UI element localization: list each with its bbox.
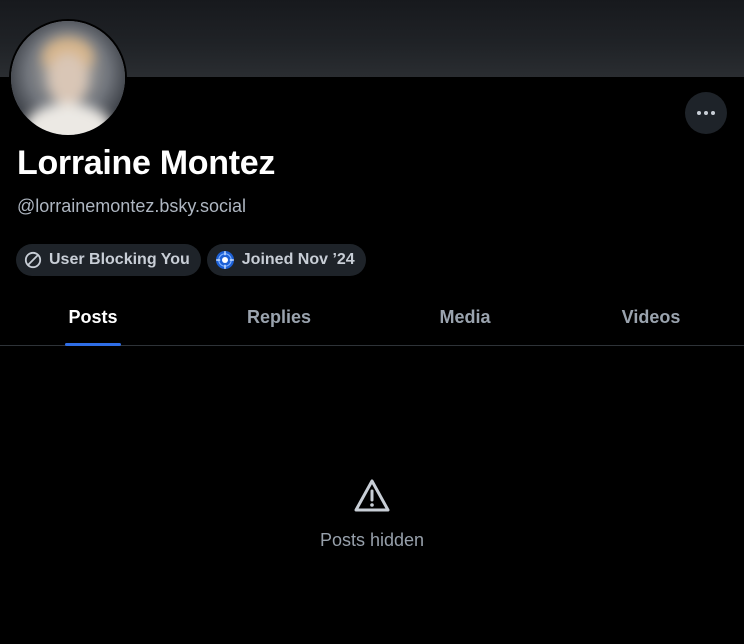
blocking-badge-label: User Blocking You [49, 251, 190, 268]
avatar[interactable] [9, 19, 127, 137]
active-tab-indicator [65, 343, 121, 346]
profile-tabs: Posts Replies Media Videos [0, 290, 744, 346]
block-icon [24, 251, 42, 269]
tab-media-label: Media [439, 307, 491, 327]
ellipsis-icon [697, 111, 715, 115]
tab-posts-label: Posts [68, 307, 118, 327]
posts-hidden-state: Posts hidden [0, 478, 744, 551]
tab-media[interactable]: Media [372, 290, 558, 345]
tab-videos[interactable]: Videos [558, 290, 744, 345]
display-name: Lorraine Montez [17, 144, 276, 182]
warning-icon [354, 479, 390, 512]
tab-replies[interactable]: Replies [186, 290, 372, 345]
profile-badges: User Blocking You Joined Nov ’24 [16, 244, 366, 276]
joined-badge-label: Joined Nov ’24 [241, 251, 355, 268]
blocking-badge[interactable]: User Blocking You [16, 244, 201, 276]
posts-hidden-text: Posts hidden [319, 530, 425, 550]
more-options-button[interactable] [685, 92, 727, 134]
joined-badge[interactable]: Joined Nov ’24 [206, 244, 366, 276]
starter-pack-icon [215, 250, 235, 270]
avatar-image [11, 21, 125, 135]
profile-handle[interactable]: @lorrainemontez.bsky.social [17, 196, 246, 217]
tab-videos-label: Videos [621, 307, 681, 327]
profile-page: Lorraine Montez @lorrainemontez.bsky.soc… [0, 0, 744, 644]
tab-replies-label: Replies [246, 307, 312, 327]
tab-posts[interactable]: Posts [0, 290, 186, 346]
